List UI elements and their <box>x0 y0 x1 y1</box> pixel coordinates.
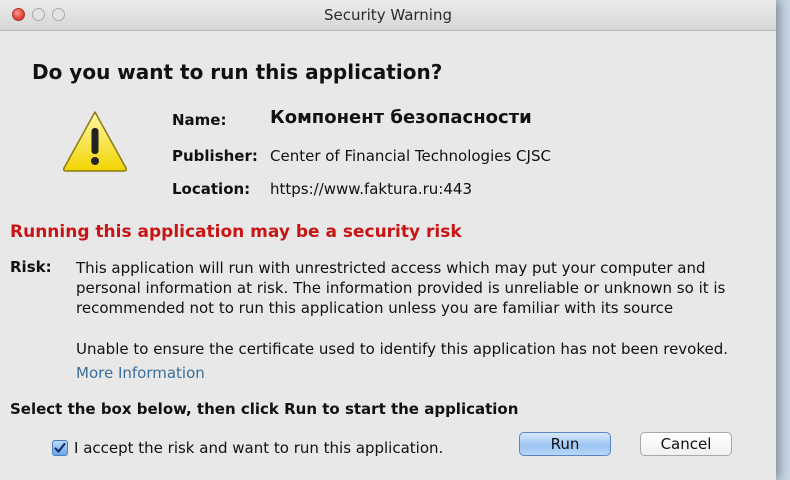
checkmark-icon <box>54 442 66 453</box>
title-bar: Security Warning <box>0 0 776 31</box>
window-title: Security Warning <box>323 6 453 24</box>
publisher-label: Publisher: <box>172 147 258 165</box>
dialog-question: Do you want to run this application? <box>32 60 443 84</box>
accept-risk-checkbox[interactable] <box>52 440 68 456</box>
location-value: https://www.faktura.ru:443 <box>270 180 472 198</box>
publisher-value: Center of Financial Technologies CJSC <box>270 147 551 165</box>
location-label: Location: <box>172 180 251 198</box>
accept-risk-label[interactable]: I accept the risk and want to run this a… <box>74 439 443 457</box>
run-instruction: Select the box below, then click Run to … <box>10 400 519 418</box>
run-button[interactable]: Run <box>519 432 611 456</box>
warning-triangle-icon <box>63 111 127 172</box>
certificate-revocation-note: Unable to ensure the certificate used to… <box>76 340 729 358</box>
cancel-button[interactable]: Cancel <box>640 432 732 456</box>
more-information-link[interactable]: More Information <box>76 364 205 382</box>
name-value: Компонент безопасности <box>270 107 532 128</box>
risk-label: Risk: <box>10 258 52 276</box>
risk-heading: Running this application may be a securi… <box>10 222 462 242</box>
name-label: Name: <box>172 111 227 129</box>
risk-description: This application will run with unrestric… <box>76 259 726 317</box>
security-warning-window: Security Warning Do you want to run this… <box>0 0 776 480</box>
